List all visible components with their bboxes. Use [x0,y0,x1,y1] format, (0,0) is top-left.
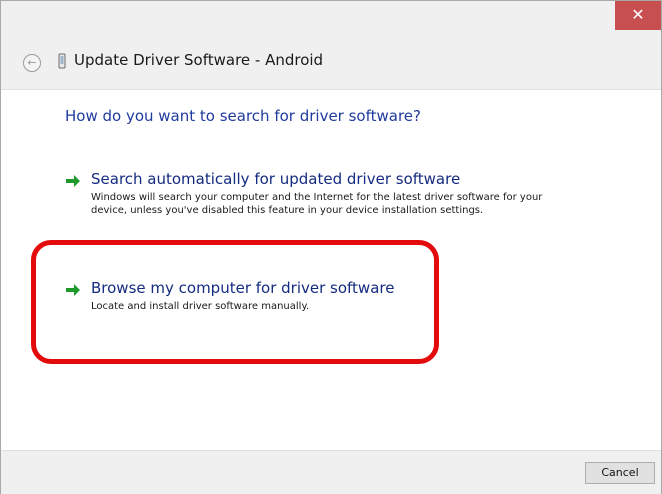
back-arrow-icon: ← [27,56,37,69]
search-automatically-description: Windows will search your computer and th… [91,192,543,216]
close-button[interactable]: ✕ [615,1,661,30]
update-driver-dialog: ✕ ← Update Driver Software - Android How… [0,0,662,494]
cancel-button[interactable]: Cancel [585,462,655,484]
search-automatically-title: Search automatically for updated driver … [91,170,461,188]
page-heading: How do you want to search for driver sof… [65,107,421,125]
back-button[interactable]: ← [23,54,41,72]
button-bar: Cancel [1,450,661,494]
green-arrow-icon [66,175,80,187]
window-title: Update Driver Software - Android [74,51,324,69]
title-bar: ✕ ← Update Driver Software - Android [1,1,661,90]
device-icon [58,53,66,69]
red-highlight-annotation [31,240,439,364]
close-icon: ✕ [631,5,645,24]
